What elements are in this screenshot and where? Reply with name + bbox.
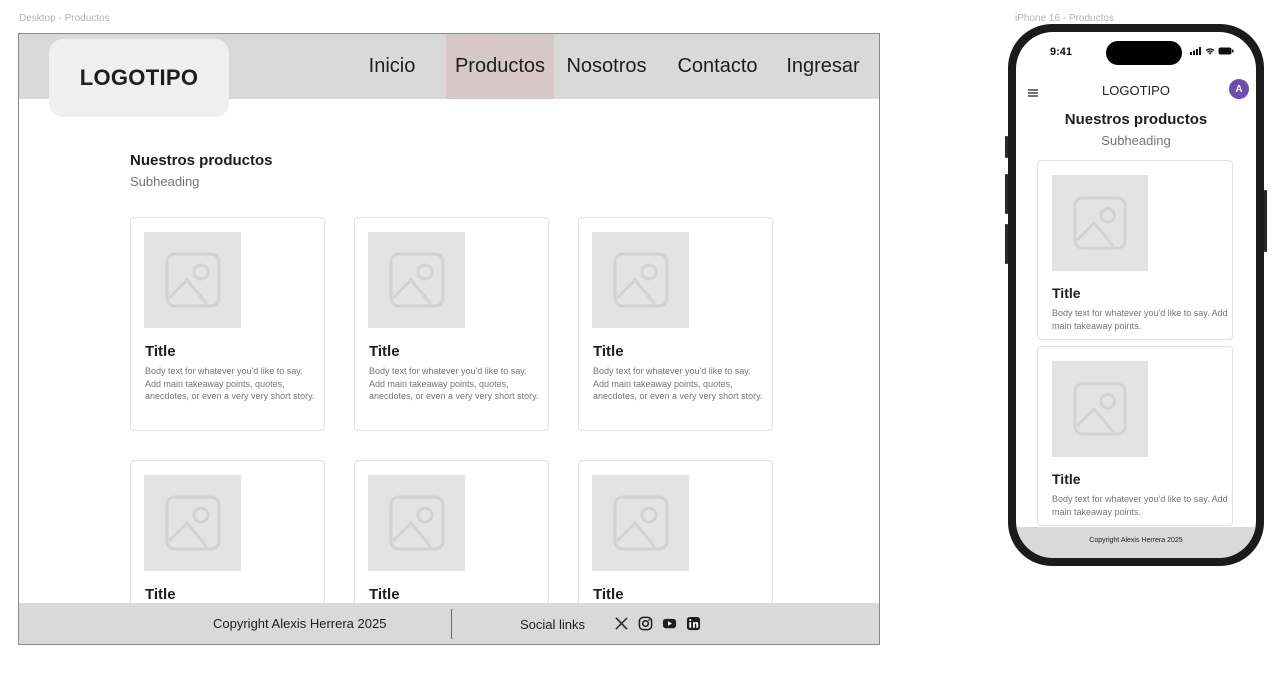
card-body: Body text for whatever you'd like to say… (369, 366, 539, 401)
card-title: Title (145, 586, 176, 603)
nav-nosotros[interactable]: Nosotros (559, 34, 654, 99)
status-time: 9:41 (1050, 46, 1073, 58)
desktop-frame-label: Desktop - Productos (19, 13, 110, 24)
youtube-icon[interactable] (661, 615, 677, 631)
mobile-page-heading: Nuestros productos (1064, 111, 1208, 128)
avatar[interactable]: A (1229, 79, 1249, 99)
phone-side-button (1005, 224, 1008, 264)
card-title: Title (1052, 285, 1081, 301)
product-card[interactable]: Title Body text for whatever you'd like … (1037, 346, 1233, 526)
card-body: Body text for whatever you'd like to say… (145, 366, 315, 401)
footer-divider (451, 609, 452, 639)
site-footer: Copyright Alexis Herrera 2025 Social lin… (19, 603, 879, 644)
card-title: Title (1052, 471, 1081, 487)
image-placeholder-icon (592, 232, 689, 328)
phone-side-button (1005, 174, 1008, 214)
card-title: Title (593, 586, 624, 603)
phone-side-button (1005, 136, 1008, 158)
image-placeholder-icon (144, 475, 241, 571)
linkedin-icon[interactable] (685, 615, 701, 631)
card-body: Body text for whatever you'd like to say… (1052, 494, 1228, 517)
image-placeholder-icon (368, 232, 465, 328)
page-heading: Nuestros productos (130, 152, 273, 169)
product-card[interactable]: Title Body text for whatever you'd like … (578, 217, 773, 431)
iphone-frame: 9:41 LOGOTIPO A Nuestros productos Subhe… (1005, 24, 1267, 566)
nav-productos[interactable]: Productos (446, 34, 554, 99)
status-icons (1190, 47, 1234, 55)
card-title: Title (369, 343, 400, 360)
mobile-footer: Copyright Alexis Herrera 2025 (1016, 527, 1256, 558)
desktop-frame: Inicio Productos Nosotros Contacto Ingre… (18, 33, 880, 645)
mobile-frame-label: iPhone 16 - Productos (1015, 13, 1114, 24)
image-placeholder-icon (592, 475, 689, 571)
battery-icon (1218, 47, 1234, 55)
image-placeholder-icon (1052, 361, 1148, 457)
nav-contacto[interactable]: Contacto (670, 34, 765, 99)
product-card[interactable]: Title Body text for whatever you'd like … (1037, 160, 1233, 340)
social-links-label: Social links (520, 617, 586, 632)
card-body: Body text for whatever you'd like to say… (593, 366, 763, 401)
card-title: Title (145, 343, 176, 360)
phone-screen: 9:41 LOGOTIPO A Nuestros productos Subhe… (1016, 32, 1256, 558)
signal-icon (1190, 47, 1201, 55)
image-placeholder-icon (1052, 175, 1148, 271)
page-subheading: Subheading (130, 174, 200, 189)
footer-copyright: Copyright Alexis Herrera 2025 (213, 616, 387, 631)
product-card[interactable]: Title Body text for whatever you'd like … (130, 217, 325, 431)
product-card[interactable]: Title Body text for whatever you'd like … (354, 217, 549, 431)
mobile-logo[interactable]: LOGOTIPO (1016, 83, 1256, 98)
x-icon[interactable] (613, 615, 629, 631)
logo[interactable]: LOGOTIPO (49, 39, 229, 117)
dynamic-island (1106, 41, 1182, 65)
card-body: Body text for whatever you'd like to say… (1052, 308, 1228, 331)
image-placeholder-icon (144, 232, 241, 328)
phone-side-button (1264, 190, 1267, 252)
image-placeholder-icon (368, 475, 465, 571)
nav-inicio[interactable]: Inicio (350, 34, 434, 99)
card-title: Title (369, 586, 400, 603)
wifi-icon (1205, 48, 1215, 55)
card-title: Title (593, 343, 624, 360)
mobile-page-subheading: Subheading (1101, 133, 1171, 148)
instagram-icon[interactable] (637, 615, 653, 631)
nav-ingresar[interactable]: Ingresar (781, 34, 865, 99)
